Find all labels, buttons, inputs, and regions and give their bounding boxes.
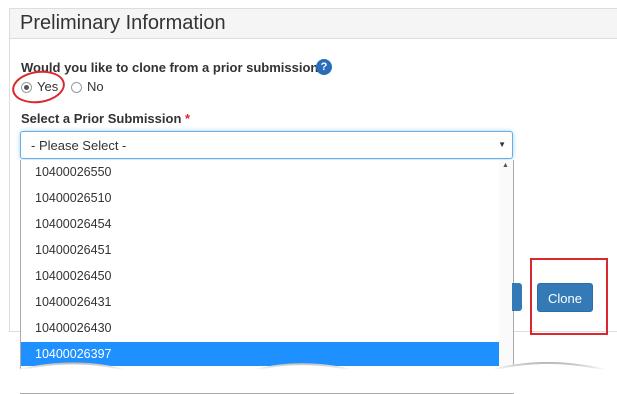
required-marker: * bbox=[185, 111, 191, 126]
dropdown-option[interactable]: 10400026510 bbox=[21, 186, 499, 210]
chevron-down-icon: ▼ bbox=[498, 140, 506, 149]
dropdown-option[interactable]: 10400026454 bbox=[21, 212, 499, 236]
no-radio[interactable] bbox=[71, 82, 82, 93]
no-radio-label[interactable]: No bbox=[87, 79, 104, 94]
scroll-up-icon[interactable]: ▲ bbox=[502, 162, 509, 169]
dropdown-option[interactable]: 10400026431 bbox=[21, 290, 499, 314]
dropdown-option[interactable]: 10400026451 bbox=[21, 238, 499, 262]
dropdown-option[interactable]: 10400026450 bbox=[21, 264, 499, 288]
hidden-button-edge[interactable] bbox=[512, 283, 522, 311]
select-value: - Please Select - bbox=[31, 138, 127, 153]
torn-edge bbox=[0, 361, 617, 393]
annotation-rectangle bbox=[530, 258, 608, 335]
clone-question-label: Would you like to clone from a prior sub… bbox=[21, 60, 327, 75]
prior-submission-select[interactable]: - Please Select - ▼ bbox=[20, 131, 513, 159]
dropdown-option[interactable]: 10400026430 bbox=[21, 316, 499, 340]
panel-title: Preliminary Information bbox=[20, 12, 226, 34]
prior-submission-label-text: Select a Prior Submission bbox=[21, 111, 182, 126]
dropdown-option[interactable]: 10400026550 bbox=[21, 160, 499, 184]
question-circle-icon[interactable]: ? bbox=[316, 59, 332, 75]
prior-submission-label: Select a Prior Submission * bbox=[21, 111, 190, 126]
